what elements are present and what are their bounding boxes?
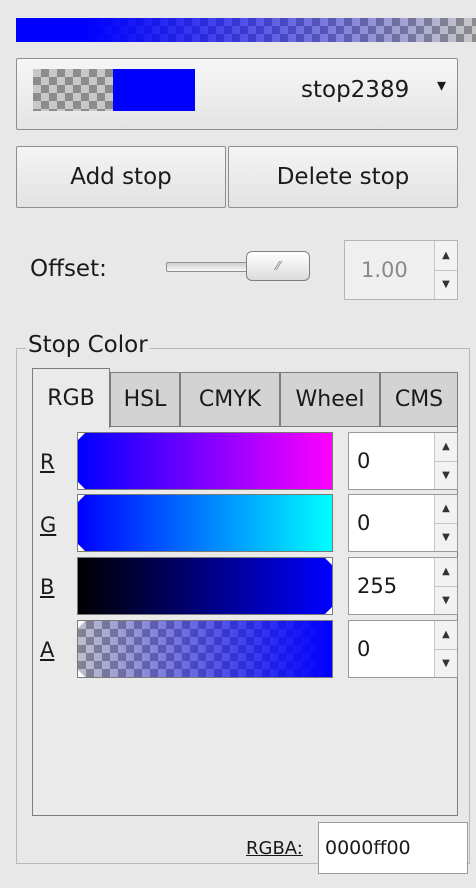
blue-value: 255 xyxy=(357,574,398,598)
spin-down-icon[interactable]: ▼ xyxy=(435,271,457,300)
spin-down-icon[interactable]: ▼ xyxy=(435,462,457,490)
offset-slider-handle[interactable]: ⁄⁄ xyxy=(246,251,310,281)
spin-down-icon[interactable]: ▼ xyxy=(435,587,457,615)
offset-label: Offset: xyxy=(30,256,107,282)
red-value: 0 xyxy=(357,449,371,473)
blue-spinbox[interactable]: 255 ▲ ▼ xyxy=(348,557,458,615)
green-spinbox[interactable]: 0 ▲ ▼ xyxy=(348,494,458,552)
offset-spinbox[interactable]: 1.00 ▲ ▼ xyxy=(344,240,458,300)
stop-selector-value: stop2389 xyxy=(301,77,410,103)
red-spinbox[interactable]: 0 ▲ ▼ xyxy=(348,432,458,490)
rgba-input[interactable]: 0000ff00 xyxy=(318,822,468,874)
rgba-value: 0000ff00 xyxy=(325,837,411,859)
stop-color-swatch-transparent xyxy=(33,69,113,111)
stop-color-title: Stop Color xyxy=(26,332,150,358)
stop-color-swatch xyxy=(113,69,195,111)
alpha-value: 0 xyxy=(357,637,371,661)
channel-label-g: G xyxy=(40,513,57,537)
gradient-preview-bar xyxy=(16,18,476,42)
spin-down-icon[interactable]: ▼ xyxy=(435,650,457,678)
delete-stop-button[interactable]: Delete stop xyxy=(228,146,458,208)
rgba-label: RGBA: xyxy=(246,838,303,859)
blue-slider[interactable] xyxy=(77,557,333,615)
channel-label-r: R xyxy=(40,450,55,474)
tab-rgb[interactable]: RGB xyxy=(32,368,110,428)
green-slider[interactable] xyxy=(77,494,333,552)
tab-hsl[interactable]: HSL xyxy=(110,372,180,426)
spin-up-icon[interactable]: ▲ xyxy=(435,621,457,650)
tab-cmyk[interactable]: CMYK xyxy=(180,372,280,426)
alpha-slider[interactable] xyxy=(77,620,333,678)
channel-label-a: A xyxy=(40,638,55,662)
offset-value: 1.00 xyxy=(361,258,408,282)
chevron-down-icon[interactable]: ▾ xyxy=(437,75,446,96)
stop-selector[interactable]: stop2389 ▾ xyxy=(16,58,458,130)
green-value: 0 xyxy=(357,511,371,535)
channel-label-b: B xyxy=(40,575,55,599)
add-stop-button[interactable]: Add stop xyxy=(16,146,226,208)
spin-up-icon[interactable]: ▲ xyxy=(435,495,457,524)
spin-up-icon[interactable]: ▲ xyxy=(435,241,457,271)
red-slider[interactable] xyxy=(77,432,333,490)
alpha-spinbox[interactable]: 0 ▲ ▼ xyxy=(348,620,458,678)
tab-wheel[interactable]: Wheel xyxy=(280,372,380,426)
spin-up-icon[interactable]: ▲ xyxy=(435,433,457,462)
spin-up-icon[interactable]: ▲ xyxy=(435,558,457,587)
tab-cms[interactable]: CMS xyxy=(380,372,458,426)
spin-down-icon[interactable]: ▼ xyxy=(435,524,457,552)
